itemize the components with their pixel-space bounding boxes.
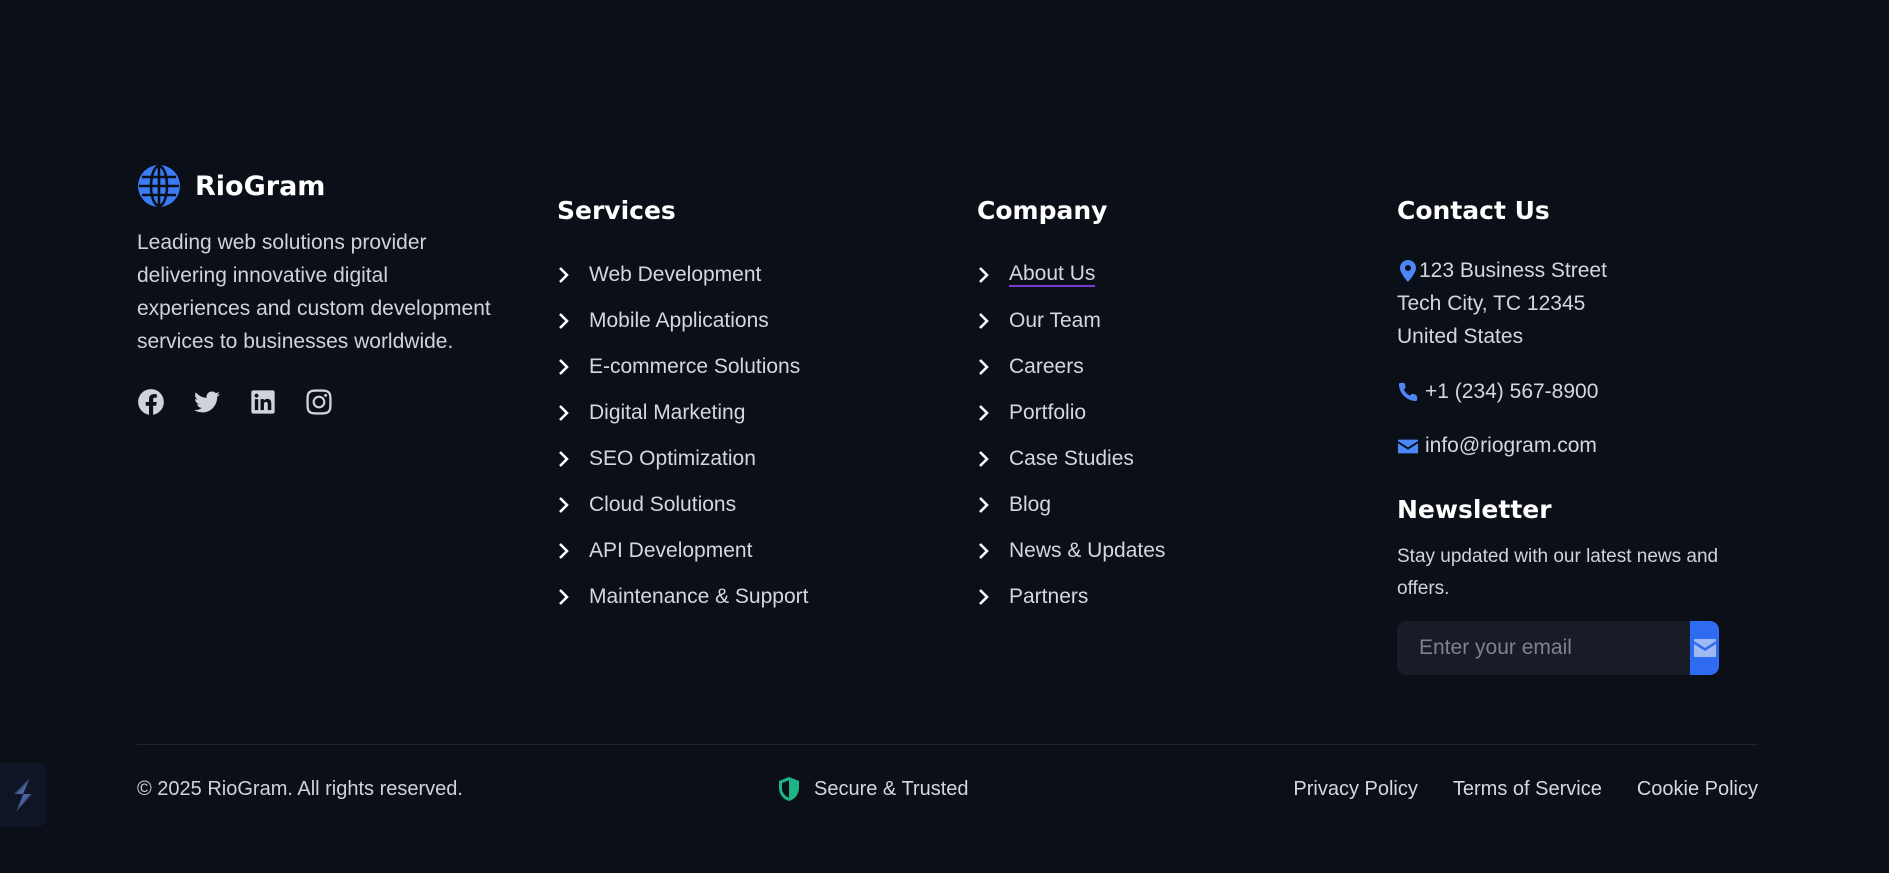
services-link[interactable]: Maintenance & Support [557, 574, 808, 620]
social-links [137, 388, 497, 416]
chevron-right-icon [977, 542, 991, 560]
twitter-icon[interactable] [193, 388, 221, 416]
company-link-label[interactable]: Careers [1009, 355, 1084, 379]
brand-description: Leading web solutions provider deliverin… [137, 231, 491, 353]
legal-links: Privacy Policy Terms of Service Cookie P… [1293, 774, 1758, 804]
services-link[interactable]: Digital Marketing [557, 390, 808, 436]
footer-bottom-bar: © 2025 RioGram. All rights reserved. Sec… [137, 774, 1758, 804]
chevron-right-icon [557, 266, 571, 284]
company-link-label[interactable]: About Us [1009, 263, 1096, 287]
newsletter-heading: Newsletter [1397, 495, 1552, 524]
company-link-label[interactable]: Blog [1009, 493, 1051, 517]
privacy-policy-link[interactable]: Privacy Policy [1293, 774, 1417, 804]
company-list: About Us Our Team Careers Portfolio Case… [977, 252, 1165, 620]
services-link[interactable]: API Development [557, 528, 808, 574]
chevron-right-icon [557, 312, 571, 330]
company-link[interactable]: Careers [977, 344, 1165, 390]
address-line-2: Tech City, TC 12345 [1397, 292, 1586, 315]
company-link-label[interactable]: Our Team [1009, 309, 1101, 333]
chevron-right-icon [557, 404, 571, 422]
shield-icon [778, 777, 800, 801]
chevron-right-icon [557, 588, 571, 606]
company-link[interactable]: Blog [977, 482, 1165, 528]
secure-text: Secure & Trusted [814, 778, 969, 800]
contact-phone[interactable]: +1 (234) 567-8900 [1397, 375, 1757, 408]
company-link-label[interactable]: News & Updates [1009, 539, 1165, 563]
chevron-right-icon [977, 266, 991, 284]
chevron-right-icon [557, 542, 571, 560]
globe-icon [137, 164, 181, 208]
company-link[interactable]: Our Team [977, 298, 1165, 344]
chevron-right-icon [977, 312, 991, 330]
facebook-icon[interactable] [137, 388, 165, 416]
site-footer: RioGram Leading web solutions provider d… [137, 0, 1758, 873]
services-link[interactable]: SEO Optimization [557, 436, 808, 482]
copyright-text: © 2025 RioGram. All rights reserved. [137, 778, 463, 800]
services-heading: Services [557, 196, 676, 225]
brand-column: RioGram Leading web solutions provider d… [137, 162, 497, 416]
company-link[interactable]: Portfolio [977, 390, 1165, 436]
chevron-right-icon [977, 358, 991, 376]
chevron-right-icon [977, 588, 991, 606]
company-link-label[interactable]: Partners [1009, 585, 1088, 609]
contact-heading: Contact Us [1397, 196, 1550, 225]
services-link-label[interactable]: Maintenance & Support [589, 585, 808, 609]
terms-of-service-link[interactable]: Terms of Service [1453, 774, 1602, 804]
map-pin-icon [1397, 259, 1416, 282]
contact-column: Contact Us 123 Business Street Tech City… [1397, 194, 1757, 675]
secure-badge: Secure & Trusted [778, 774, 969, 804]
chevron-right-icon [977, 496, 991, 514]
address-line-1: 123 Business Street [1419, 259, 1607, 282]
floating-widget-button[interactable] [0, 763, 46, 827]
services-link[interactable]: Mobile Applications [557, 298, 808, 344]
services-link-label[interactable]: Web Development [589, 263, 761, 287]
services-link-label[interactable]: SEO Optimization [589, 447, 756, 471]
company-link-label[interactable]: Portfolio [1009, 401, 1086, 425]
services-link-label[interactable]: API Development [589, 539, 752, 563]
company-link[interactable]: Case Studies [977, 436, 1165, 482]
footer-divider [137, 744, 1758, 745]
services-link[interactable]: E-commerce Solutions [557, 344, 808, 390]
contact-address: 123 Business Street Tech City, TC 12345 … [1397, 254, 1757, 353]
chevron-right-icon [557, 496, 571, 514]
services-column: Services Web Development Mobile Applicat… [557, 194, 808, 620]
address-line-3: United States [1397, 325, 1524, 348]
phone-icon [1397, 381, 1419, 403]
newsletter-form [1397, 621, 1719, 675]
lightning-logo-icon [14, 778, 32, 812]
envelope-icon [1397, 435, 1419, 457]
company-column: Company About Us Our Team Careers Portfo… [977, 194, 1165, 620]
company-link[interactable]: News & Updates [977, 528, 1165, 574]
linkedin-icon[interactable] [249, 388, 277, 416]
services-link-label[interactable]: Digital Marketing [589, 401, 745, 425]
company-link[interactable]: Partners [977, 574, 1165, 620]
company-link-label[interactable]: Case Studies [1009, 447, 1134, 471]
company-link[interactable]: About Us [977, 252, 1165, 298]
services-link-label[interactable]: Mobile Applications [589, 309, 769, 333]
services-link[interactable]: Cloud Solutions [557, 482, 808, 528]
cookie-policy-link[interactable]: Cookie Policy [1637, 774, 1758, 804]
brand-name: RioGram [195, 170, 326, 202]
services-link-label[interactable]: E-commerce Solutions [589, 355, 800, 379]
brand[interactable]: RioGram [137, 162, 497, 210]
services-list: Web Development Mobile Applications E-co… [557, 252, 808, 620]
email-address[interactable]: info@riogram.com [1425, 434, 1597, 458]
contact-email[interactable]: info@riogram.com [1397, 429, 1757, 462]
envelope-icon [1693, 639, 1716, 657]
phone-number[interactable]: +1 (234) 567-8900 [1425, 380, 1598, 404]
subscribe-button[interactable] [1690, 621, 1719, 675]
newsletter-description: Stay updated with our latest news and of… [1397, 546, 1719, 599]
services-link-label[interactable]: Cloud Solutions [589, 493, 736, 517]
instagram-icon[interactable] [305, 388, 333, 416]
chevron-right-icon [557, 450, 571, 468]
company-heading: Company [977, 196, 1108, 225]
chevron-right-icon [977, 404, 991, 422]
email-input[interactable] [1397, 621, 1690, 675]
services-link[interactable]: Web Development [557, 252, 808, 298]
chevron-right-icon [557, 358, 571, 376]
chevron-right-icon [977, 450, 991, 468]
